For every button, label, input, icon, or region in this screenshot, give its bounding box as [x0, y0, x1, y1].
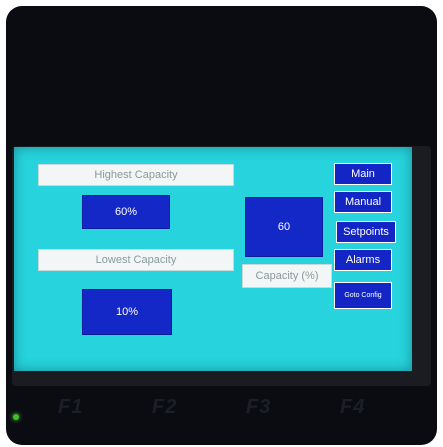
capacity-value: 60 — [245, 197, 323, 257]
f3-key[interactable]: F3 — [246, 396, 271, 419]
f4-key[interactable]: F4 — [340, 396, 365, 419]
lowest-capacity-label: Lowest Capacity — [38, 249, 234, 271]
function-keys: F1 F2 F3 F4 — [40, 396, 420, 436]
status-led — [13, 414, 19, 420]
setpoints-button[interactable]: Setpoints — [336, 221, 396, 243]
goto-config-button[interactable]: Goto Config — [334, 282, 392, 309]
capacity-label: Capacity (%) — [242, 264, 332, 288]
highest-capacity-value[interactable]: 60% — [82, 195, 170, 229]
lowest-capacity-value[interactable]: 10% — [82, 289, 172, 335]
f1-key[interactable]: F1 — [58, 396, 83, 419]
alarms-button[interactable]: Alarms — [334, 249, 392, 271]
highest-capacity-label: Highest Capacity — [38, 164, 234, 186]
f2-key[interactable]: F2 — [152, 396, 177, 419]
hmi-screen: Highest Capacity 60% Lowest Capacity 10%… — [14, 147, 412, 371]
manual-button[interactable]: Manual — [334, 191, 392, 213]
main-button[interactable]: Main — [334, 163, 392, 185]
